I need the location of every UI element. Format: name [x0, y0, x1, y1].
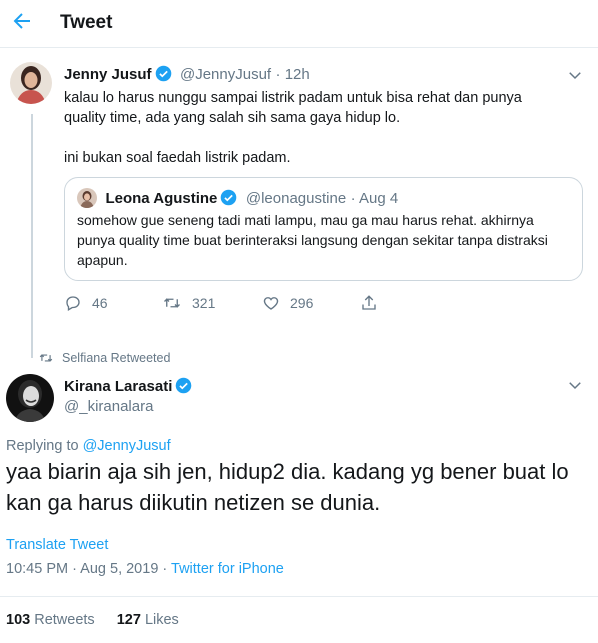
- likes-label: Likes: [144, 612, 179, 628]
- tweet-source-link[interactable]: Twitter for iPhone: [171, 561, 284, 577]
- separator-dot: ·: [162, 561, 172, 577]
- reply-button[interactable]: 46: [64, 294, 108, 312]
- heart-icon: [263, 297, 279, 310]
- author-name[interactable]: Jenny Jusuf: [64, 66, 152, 83]
- replying-to: Replying to @JennyJusuf: [6, 438, 171, 454]
- tweet-header: Jenny Jusuf @JennyJusuf · 12h: [64, 65, 310, 84]
- page-title: Tweet: [60, 12, 113, 33]
- separator-dot: ·: [350, 190, 359, 207]
- quoted-author-handle: @leonagustine: [245, 190, 347, 207]
- like-count: 296: [290, 295, 314, 311]
- avatar-kirana-larasati[interactable]: [6, 374, 54, 422]
- avatar-jenny-jusuf[interactable]: [10, 62, 52, 104]
- quoted-tweet-date: Aug 4: [358, 190, 399, 207]
- chevron-down-icon: [569, 382, 581, 390]
- tweet-paragraph: kalau lo harus nunggu sampai listrik pad…: [64, 90, 522, 126]
- share-icon: [362, 295, 376, 310]
- chevron-down-icon: [569, 72, 581, 80]
- replying-to-prefix: Replying to: [6, 438, 83, 454]
- engagement-stats: 103 Retweets 127 Likes: [6, 612, 197, 628]
- tweet-timestamp[interactable]: 10:45 PM: [6, 561, 68, 577]
- back-button[interactable]: [10, 9, 34, 33]
- replying-to-link[interactable]: @JennyJusuf: [83, 438, 171, 454]
- like-button[interactable]: 296: [262, 294, 313, 312]
- tweet-time[interactable]: 12h: [285, 66, 310, 83]
- reply-count: 46: [92, 295, 108, 311]
- arrow-left-icon: [13, 13, 30, 29]
- separator-dot: ·: [72, 561, 81, 577]
- retweet-count: 321: [192, 295, 216, 311]
- tweet-paragraph: ini bukan soal faedah listrik padam.: [64, 150, 291, 166]
- separator-dot: ·: [275, 66, 285, 83]
- quoted-tweet-text: somehow gue seneng tadi mati lampu, mau …: [77, 212, 548, 268]
- retweet-icon: [39, 354, 53, 362]
- reply-author-name[interactable]: Kirana Larasati: [64, 378, 172, 395]
- tweet-text: kalau lo harus nunggu sampai listrik pad…: [64, 88, 564, 188]
- divider: [0, 596, 598, 597]
- avatar-leona-agustine: [77, 188, 97, 208]
- likes-count: 127: [116, 612, 141, 628]
- retweets-label: Retweets: [34, 612, 95, 628]
- retweeted-by-label[interactable]: Selfiana Retweeted: [62, 351, 170, 365]
- retweets-count: 103: [6, 612, 31, 628]
- author-handle[interactable]: @JennyJusuf: [180, 66, 271, 83]
- reply-header: Kirana Larasati: [64, 377, 192, 396]
- tweet-date[interactable]: Aug 5, 2019: [80, 561, 158, 577]
- tweet-actions: 46 321 296: [64, 294, 384, 316]
- tweet-menu-button[interactable]: [566, 66, 584, 84]
- verified-badge-icon: [176, 377, 192, 394]
- reply-text: yaa biarin aja sih jen, hidup2 dia. kada…: [6, 459, 569, 515]
- reply-author-handle[interactable]: @_kiranalara: [64, 398, 153, 415]
- retweets-stat[interactable]: 103 Retweets: [6, 612, 95, 628]
- retweeted-by: Selfiana Retweeted: [38, 351, 170, 365]
- verified-badge-icon: [155, 65, 171, 82]
- share-button[interactable]: [360, 294, 388, 312]
- translate-tweet-link[interactable]: Translate Tweet: [6, 537, 108, 553]
- tweet-meta: 10:45 PM · Aug 5, 2019 · Twitter for iPh…: [6, 561, 284, 577]
- top-bar: Tweet: [0, 0, 598, 48]
- quoted-tweet[interactable]: Leona Agustine @leonagustine · Aug 4 som…: [64, 177, 583, 281]
- retweet-icon: [164, 298, 180, 308]
- quoted-author-name: Leona Agustine: [105, 190, 218, 207]
- thread-connector: [31, 114, 33, 358]
- reply-menu-button[interactable]: [566, 376, 584, 394]
- likes-stat[interactable]: 127 Likes: [117, 612, 179, 628]
- quoted-tweet-header: Leona Agustine @leonagustine · Aug 4: [77, 188, 398, 208]
- verified-badge-icon: [221, 189, 237, 206]
- retweet-button[interactable]: 321: [162, 294, 215, 312]
- reply-icon: [66, 296, 80, 311]
